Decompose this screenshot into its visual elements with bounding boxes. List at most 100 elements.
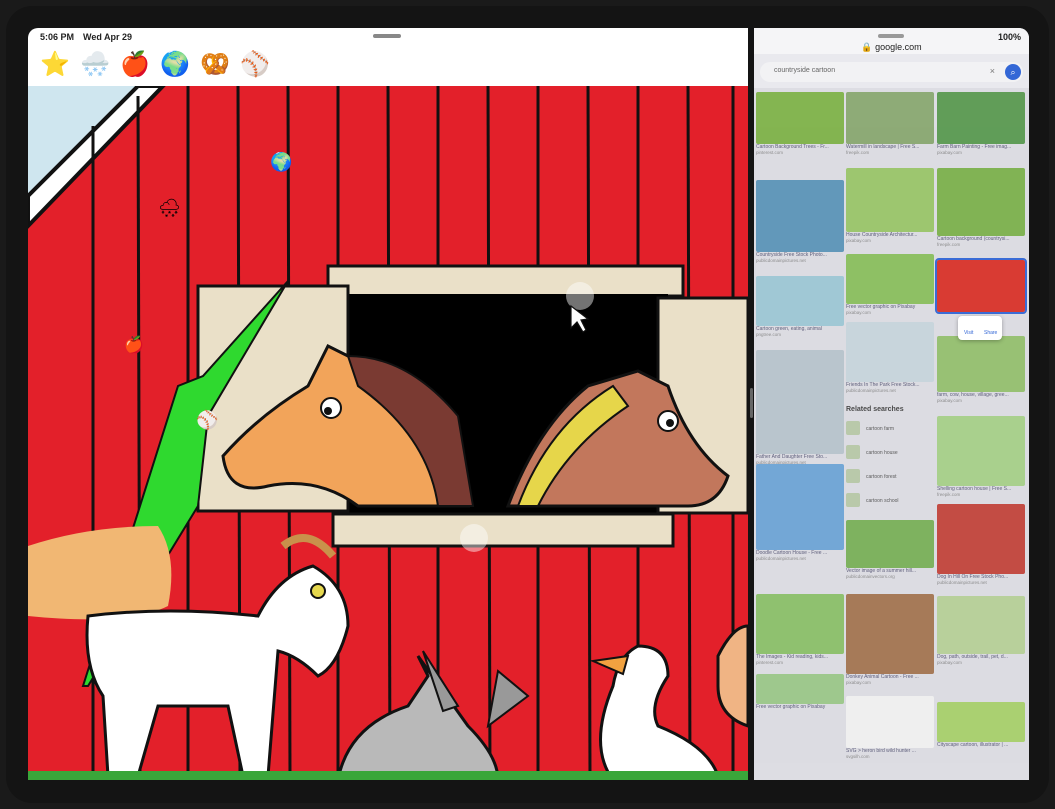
star-button[interactable]: ⭐ bbox=[38, 48, 72, 82]
snow-cloud-icon: 🌨 bbox=[158, 198, 181, 219]
result-thumb[interactable] bbox=[756, 180, 844, 252]
result-thumb[interactable] bbox=[846, 594, 934, 674]
result-card[interactable]: Dog, path, outside, trail, pet, d... pixa… bbox=[937, 596, 1025, 666]
result-caption: Cityscape cartoon, illustrator | ... bbox=[937, 742, 1009, 748]
safari-pane: 100% 🔒 google.com countryside cartoon × … bbox=[754, 28, 1029, 780]
search-icon[interactable]: ⌕ bbox=[1005, 64, 1021, 80]
result-source: publicdomainpictures.net bbox=[756, 556, 806, 561]
emoji-toolbar: ⭐ 🌨️ 🍎 🌍 🥨 ⚾ bbox=[38, 48, 272, 82]
result-source: pixabay.com bbox=[846, 680, 871, 685]
result-source: publicdomainpictures.net bbox=[756, 258, 806, 263]
result-card[interactable]: Friends In The Park Free Stock... publicd… bbox=[846, 322, 934, 394]
result-source: freepik.com bbox=[846, 150, 870, 155]
result-caption: Free vector graphic on Pixabay bbox=[756, 704, 826, 710]
safari-grabber[interactable] bbox=[878, 34, 904, 38]
related-searches-title: Related searches bbox=[846, 406, 904, 413]
baseball-button[interactable]: ⚾ bbox=[238, 48, 272, 82]
result-source: pixabay.com bbox=[937, 660, 962, 665]
divider-handle[interactable] bbox=[750, 388, 753, 418]
result-card[interactable]: SVG > heron bird wild hunter ... svgsilh.… bbox=[846, 696, 934, 760]
result-thumb[interactable] bbox=[756, 276, 844, 326]
result-thumb[interactable] bbox=[756, 594, 844, 654]
result-action-popup: Visit Share bbox=[958, 316, 1002, 340]
result-thumb[interactable] bbox=[937, 702, 1025, 742]
result-thumb[interactable] bbox=[846, 322, 934, 382]
status-date: Wed Apr 29 bbox=[83, 32, 133, 42]
lock-icon: 🔒 bbox=[861, 42, 873, 52]
result-thumb[interactable] bbox=[937, 168, 1025, 236]
baseball-icon: ⚾ bbox=[195, 409, 218, 431]
result-thumb[interactable] bbox=[846, 92, 934, 144]
google-search-box[interactable]: countryside cartoon × ⌕ bbox=[760, 62, 1023, 82]
status-time: 5:06 PM bbox=[40, 32, 75, 42]
result-thumb[interactable] bbox=[846, 696, 934, 748]
result-thumb[interactable] bbox=[846, 168, 934, 232]
result-thumb[interactable] bbox=[937, 92, 1025, 144]
result-card[interactable]: Countryside Free Stock Photo... publicdom… bbox=[756, 180, 844, 264]
multitask-grabber[interactable] bbox=[373, 34, 401, 38]
result-source: pinterest.com bbox=[756, 660, 784, 665]
result-thumb[interactable] bbox=[937, 336, 1025, 392]
search-query[interactable]: countryside cartoon bbox=[774, 67, 835, 74]
result-thumb[interactable] bbox=[846, 254, 934, 304]
pretzel-button[interactable]: 🥨 bbox=[198, 48, 232, 82]
result-source: pixabay.com bbox=[937, 398, 962, 403]
result-card[interactable]: Free vector graphic on Pixabay pixabay.co… bbox=[846, 254, 934, 316]
result-card[interactable]: Cartoon green, eating, animal pngtree.com bbox=[756, 276, 844, 338]
result-card[interactable]: Watermill in landscape | Free S... freepi… bbox=[846, 92, 934, 156]
result-card[interactable]: Cityscape cartoon, illustrator | ... bbox=[937, 702, 1025, 748]
result-source: freepik.com bbox=[937, 492, 961, 497]
result-source: pixabay.com bbox=[846, 238, 871, 243]
result-thumb[interactable] bbox=[756, 464, 844, 550]
result-thumb[interactable] bbox=[846, 520, 934, 568]
result-card[interactable]: Father And Daughter Free Sto... publicdom… bbox=[756, 350, 844, 466]
result-thumb[interactable] bbox=[756, 674, 844, 704]
safari-status-bar: 100% 🔒 google.com bbox=[754, 28, 1029, 54]
result-card[interactable]: The Images - Kid reading, kids... pintere… bbox=[756, 594, 844, 666]
result-thumb[interactable] bbox=[756, 350, 844, 454]
result-card[interactable]: Cartoon Background Trees - Fr... pinteres… bbox=[756, 92, 844, 156]
result-card[interactable]: Dog In Hill On Free Stock Pho... publicdo… bbox=[937, 504, 1025, 586]
result-card[interactable]: Vector image of a summer hill... publicdo… bbox=[846, 520, 934, 580]
related-search-item[interactable]: cartoon school bbox=[846, 490, 934, 512]
status-bar: 5:06 PM Wed Apr 29 bbox=[28, 28, 748, 46]
result-card-selected[interactable] bbox=[935, 258, 1027, 314]
barn-scene-canvas[interactable]: 🌍 🌨 🍎 ⚾ bbox=[28, 86, 748, 780]
result-card[interactable]: farm, cow, house, village, gree... pixaba… bbox=[937, 336, 1025, 404]
result-card[interactable]: Shelling cartoon house | Free S... freepi… bbox=[937, 416, 1025, 498]
result-source: freepik.com bbox=[937, 242, 961, 247]
left-app-pane: 5:06 PM Wed Apr 29 ⭐ 🌨️ 🍎 🌍 🥨 ⚾ 🌍 🌨 🍎 ⚾ bbox=[28, 28, 748, 780]
image-results-grid: Cartoon Background Trees - Fr... pinteres… bbox=[754, 88, 1029, 780]
snow-cloud-button[interactable]: 🌨️ bbox=[78, 48, 112, 82]
result-source: svgsilh.com bbox=[846, 754, 870, 759]
related-label: cartoon house bbox=[866, 450, 898, 456]
related-search-item[interactable]: cartoon house bbox=[846, 442, 934, 464]
globe-icon: 🌍 bbox=[270, 151, 292, 173]
related-label: cartoon school bbox=[866, 498, 899, 504]
share-button[interactable]: Share bbox=[984, 330, 997, 336]
result-thumb[interactable] bbox=[937, 504, 1025, 574]
apple-icon: 🍎 bbox=[124, 335, 144, 354]
result-thumb[interactable] bbox=[937, 596, 1025, 654]
address-bar[interactable]: 🔒 google.com bbox=[754, 42, 1029, 53]
globe-button[interactable]: 🌍 bbox=[158, 48, 192, 82]
battery-indicator: 100% bbox=[997, 32, 1021, 42]
result-source: publicdomainvectors.org bbox=[846, 574, 895, 579]
related-search-item[interactable]: cartoon forest bbox=[846, 466, 934, 488]
result-card[interactable]: Doodle Cartoon House - Free ... publicdom… bbox=[756, 464, 844, 562]
result-thumb[interactable] bbox=[935, 258, 1027, 314]
apple-button[interactable]: 🍎 bbox=[118, 48, 152, 82]
result-card[interactable]: House Countryside Architectur... pixabay.… bbox=[846, 168, 934, 244]
visit-button[interactable]: Visit bbox=[964, 330, 973, 336]
result-thumb[interactable] bbox=[937, 416, 1025, 486]
result-card[interactable]: Free vector graphic on Pixabay bbox=[756, 674, 844, 710]
result-card[interactable]: Donkey Animal Cartoon - Free ... pixabay.… bbox=[846, 594, 934, 686]
result-card[interactable]: Cartoon background (countrysi... freepik.… bbox=[937, 168, 1025, 248]
related-label: cartoon forest bbox=[866, 474, 897, 480]
clear-icon[interactable]: × bbox=[990, 66, 995, 76]
result-card[interactable]: Farm Barn Painting - Free imag... pixabay… bbox=[937, 92, 1025, 156]
url-text: google.com bbox=[875, 42, 922, 52]
touch-pointer-2 bbox=[460, 524, 488, 552]
result-thumb[interactable] bbox=[756, 92, 844, 144]
related-search-item[interactable]: cartoon farm bbox=[846, 418, 934, 440]
